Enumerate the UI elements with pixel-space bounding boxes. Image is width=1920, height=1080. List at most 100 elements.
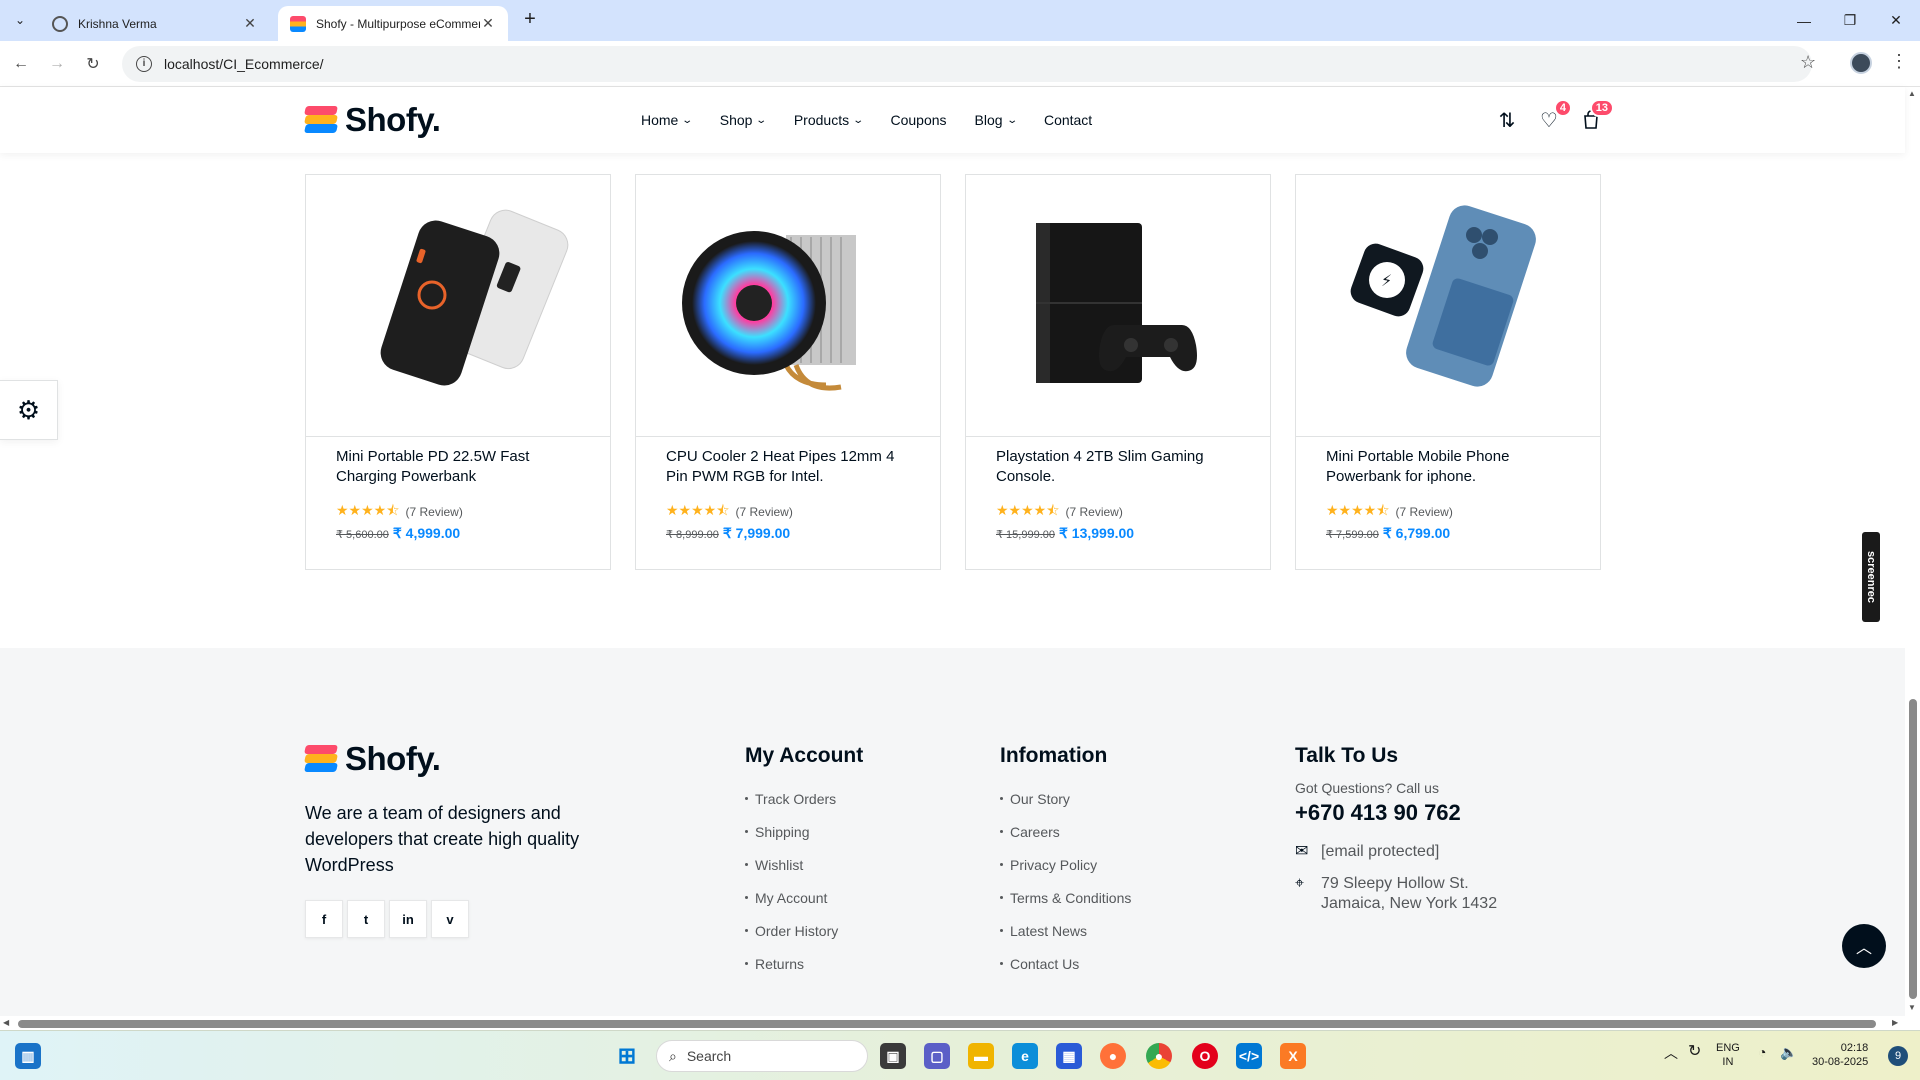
browser-tab[interactable]: Krishna Verma ✕ — [40, 6, 270, 41]
footer-link[interactable]: Terms & Conditions — [1000, 881, 1131, 914]
site-info-icon[interactable]: i — [136, 56, 152, 72]
file-explorer-icon[interactable]: ▬ — [968, 1043, 994, 1069]
browser-tab-active[interactable]: Shofy - Multipurpose eCommer ✕ — [278, 6, 508, 41]
widgets-icon[interactable]: ▥ — [15, 1043, 41, 1069]
footer-link[interactable]: Latest News — [1000, 914, 1131, 947]
product-card[interactable]: Playstation 4 2TB Slim Gaming Console. ★… — [965, 174, 1271, 570]
linkedin-icon[interactable]: in — [389, 900, 427, 938]
product-image[interactable] — [306, 175, 610, 437]
twitter-icon[interactable]: t — [347, 900, 385, 938]
email-row[interactable]: ✉ [email protected] — [1295, 842, 1497, 862]
product-name[interactable]: Mini Portable Mobile Phone Powerbank for… — [1326, 447, 1576, 487]
scroll-down-icon[interactable]: ▼ — [1908, 1003, 1916, 1012]
language-indicator[interactable]: ENG IN — [1716, 1041, 1740, 1069]
facebook-icon[interactable]: f — [305, 900, 343, 938]
compare-icon[interactable]: ⇅ — [1494, 107, 1520, 133]
tab-title: Shofy - Multipurpose eCommer — [316, 16, 480, 31]
minimize-button[interactable]: — — [1781, 0, 1827, 41]
nav-home[interactable]: Home ⌄ — [641, 112, 693, 128]
footer-link[interactable]: Track Orders — [745, 782, 863, 815]
reload-icon[interactable]: ↻ — [80, 51, 106, 77]
email-text: [email protected] — [1321, 843, 1440, 860]
restore-button[interactable]: ❐ — [1827, 0, 1873, 41]
product-card[interactable]: CPU Cooler 2 Heat Pipes 12mm 4 Pin PWM R… — [635, 174, 941, 570]
footer-link[interactable]: Privacy Policy — [1000, 848, 1131, 881]
back-icon[interactable]: ← — [8, 51, 34, 77]
store-icon[interactable]: ▦ — [1056, 1043, 1082, 1069]
footer-link[interactable]: Our Story — [1000, 782, 1131, 815]
product-name[interactable]: CPU Cooler 2 Heat Pipes 12mm 4 Pin PWM R… — [666, 447, 916, 487]
social-links: f t in v — [305, 900, 469, 938]
opera-icon[interactable]: O — [1192, 1043, 1218, 1069]
forward-icon[interactable]: → — [44, 51, 70, 77]
review-count: (7 Review) — [735, 505, 793, 519]
scroll-thumb[interactable] — [18, 1020, 1876, 1028]
settings-gear-icon[interactable]: ⚙ — [0, 380, 58, 440]
url-input[interactable]: i localhost/CI_Ecommerce/ — [122, 46, 1812, 82]
vscode-icon[interactable]: </> — [1236, 1043, 1262, 1069]
current-price: ₹ 7,999.00 — [722, 525, 791, 541]
footer-link[interactable]: Order History — [745, 914, 863, 947]
nav-blog[interactable]: Blog ⌄ — [975, 112, 1018, 128]
logo-mark-icon — [304, 743, 339, 775]
cart-bag-icon[interactable]: 13 — [1578, 99, 1614, 133]
product-name[interactable]: Playstation 4 2TB Slim Gaming Console. — [996, 447, 1246, 487]
back-to-top-button[interactable]: ︿ — [1842, 924, 1886, 968]
windows-start-icon[interactable]: ⊞ — [614, 1043, 640, 1069]
wishlist-heart-icon[interactable]: ♡ 4 — [1536, 99, 1572, 133]
scroll-thumb[interactable] — [1909, 699, 1917, 999]
footer-link[interactable]: Careers — [1000, 815, 1131, 848]
nav-products[interactable]: Products ⌄ — [794, 112, 864, 128]
footer-logo[interactable]: Shofy. — [304, 740, 441, 778]
vertical-scrollbar[interactable]: ▲ ▼ — [1905, 87, 1920, 1027]
notification-badge[interactable]: 9 — [1888, 1046, 1908, 1066]
bookmark-star-icon[interactable]: ☆ — [1800, 52, 1816, 73]
product-card[interactable]: Mini Portable PD 22.5W Fast Charging Pow… — [305, 174, 611, 570]
footer-link[interactable]: Shipping — [745, 815, 863, 848]
edge-icon[interactable]: e — [1012, 1043, 1038, 1069]
profile-avatar[interactable] — [1850, 52, 1872, 74]
wifi-icon[interactable]: ◔ — [1758, 1045, 1766, 1059]
new-tab-button[interactable]: + — [518, 8, 542, 32]
footer-link[interactable]: Wishlist — [745, 848, 863, 881]
product-image[interactable] — [966, 175, 1270, 437]
scroll-right-icon[interactable]: ▶ — [1892, 1018, 1898, 1027]
close-tab-icon[interactable]: ✕ — [480, 15, 496, 32]
nav-shop[interactable]: Shop ⌄ — [720, 112, 768, 128]
browser-menu-icon[interactable]: ⋮ — [1890, 51, 1908, 72]
phone-number[interactable]: +670 413 90 762 — [1295, 800, 1497, 826]
old-price: ₹ 8,999.00 — [666, 529, 719, 541]
product-image[interactable] — [636, 175, 940, 437]
nav-contact[interactable]: Contact — [1044, 112, 1092, 128]
footer-link[interactable]: Contact Us — [1000, 947, 1131, 980]
scroll-up-icon[interactable]: ▲ — [1908, 89, 1916, 98]
close-window-button[interactable]: ✕ — [1873, 0, 1919, 41]
site-logo[interactable]: Shofy. — [304, 101, 441, 139]
scroll-left-icon[interactable]: ◀ — [3, 1018, 9, 1027]
close-tab-icon[interactable]: ✕ — [242, 15, 258, 32]
xampp-icon[interactable]: X — [1280, 1043, 1306, 1069]
product-name[interactable]: Mini Portable PD 22.5W Fast Charging Pow… — [336, 447, 586, 487]
chrome-icon[interactable]: ● — [1146, 1043, 1172, 1069]
firefox-icon[interactable]: ● — [1100, 1043, 1126, 1069]
old-price: ₹ 15,999.00 — [996, 529, 1055, 541]
product-image[interactable]: ⚡ — [1296, 175, 1600, 437]
volume-muted-icon[interactable]: 🔈 — [1780, 1045, 1797, 1059]
clock[interactable]: 02:18 30-08-2025 — [1812, 1041, 1868, 1069]
screenrec-widget[interactable]: screenrec — [1862, 532, 1880, 622]
nav-coupons[interactable]: Coupons — [890, 112, 946, 128]
sync-icon[interactable]: ↻ — [1688, 1044, 1701, 1060]
globe-icon — [52, 15, 68, 32]
product-card[interactable]: ⚡ Mini Portable Mobile Phone Powerbank f… — [1295, 174, 1601, 570]
tray-chevron-icon[interactable]: ︿ — [1664, 1046, 1678, 1060]
footer-col-title: My Account — [745, 744, 864, 767]
horizontal-scrollbar[interactable]: ◀ ▶ — [0, 1016, 1905, 1030]
footer-link[interactable]: Returns — [745, 947, 863, 980]
taskbar-search-input[interactable]: ⌕ Search — [656, 1040, 868, 1072]
windows-taskbar: ▥ ⊞ ⌕ Search ▣ ▢ ▬ e ▦ ● ● O </> X ︿ ↻ E… — [0, 1030, 1920, 1080]
vimeo-icon[interactable]: v — [431, 900, 469, 938]
task-view-icon[interactable]: ▣ — [880, 1043, 906, 1069]
tab-search-icon[interactable]: ⌄ — [8, 8, 32, 32]
footer-link[interactable]: My Account — [745, 881, 863, 914]
teams-icon[interactable]: ▢ — [924, 1043, 950, 1069]
